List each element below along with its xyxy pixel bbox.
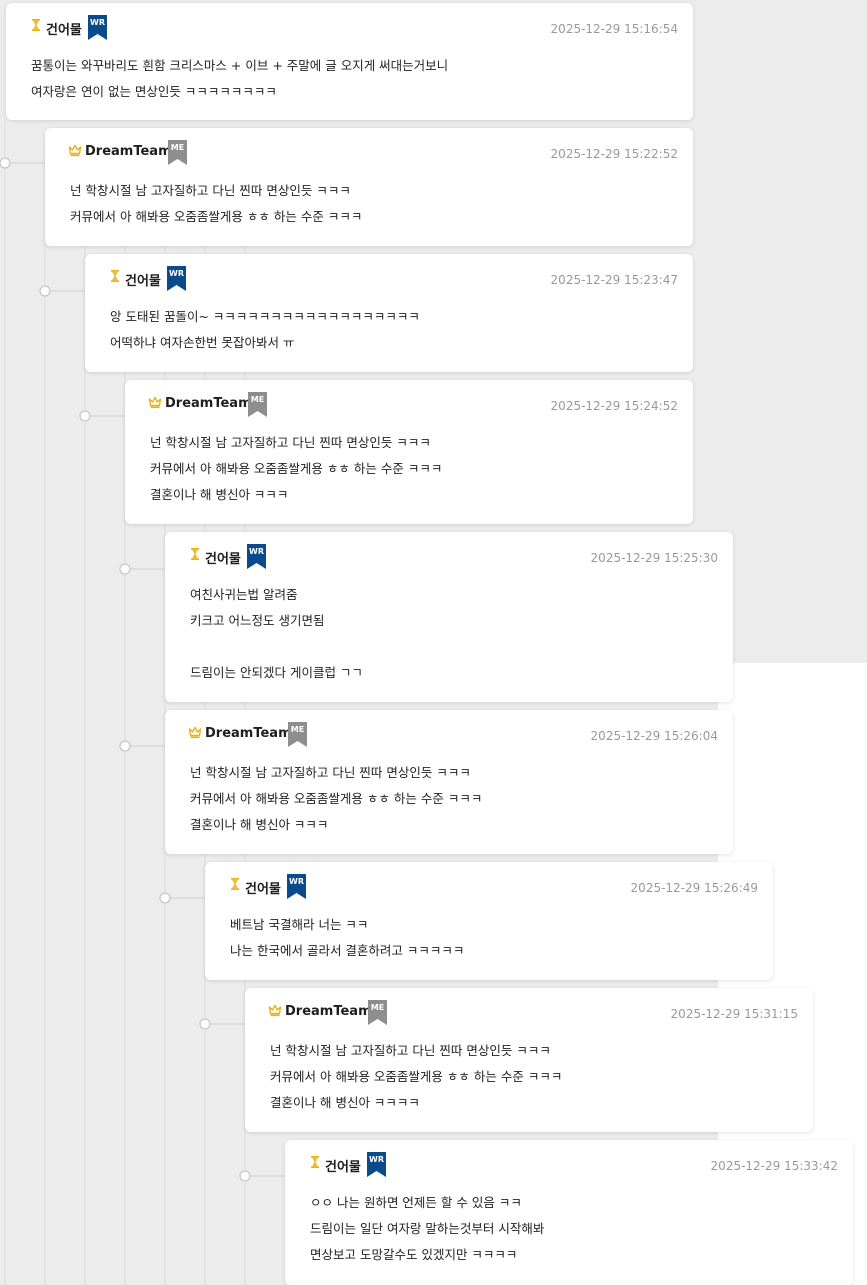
- hourglass-icon: [107, 268, 123, 284]
- hourglass-icon: [307, 1154, 323, 1170]
- comment-card: 건어물 WR 2025-12-29 15:33:42 ㅇㅇ 나는 원하면 언제든 할 …: [285, 1140, 853, 1285]
- comment-card: 건어물 WR 2025-12-29 15:25:30 여친사귀는법 알려줌키크고 어느…: [165, 532, 733, 702]
- comment-text-line: 넌 학창시절 남 고자질하고 다닌 찐따 면상인듯 ㅋㅋㅋ: [70, 183, 351, 198]
- me-badge: ME: [248, 392, 267, 417]
- comment-body: 넌 학창시절 남 고자질하고 다닌 찐따 면상인듯 ㅋㅋㅋ 커뮤에서 아 해봐용 …: [150, 430, 677, 508]
- comment-author[interactable]: 건어물: [325, 1156, 361, 1175]
- comment-text-line: 꿈통이는 와꾸바리도 흰함 크리스마스 + 이브 + 주말에 글 오지게 써대는…: [31, 58, 449, 73]
- me-badge: ME: [288, 722, 307, 747]
- comment-text-line: 결혼이나 해 병신아 ㅋㅋㅋㅋ: [270, 1095, 420, 1110]
- me-badge: ME: [168, 140, 187, 165]
- comment-body: ㅇㅇ 나는 원하면 언제든 할 수 있음 ㅋㅋ 드림이는 일단 여자랑 말하는것부…: [310, 1190, 837, 1268]
- comment-text-line: 여자랑은 연이 없는 면상인듯 ㅋㅋㅋㅋㅋㅋㅋㅋ: [31, 84, 277, 99]
- comment-header: DreamTeam ME 2025-12-29 15:31:15: [245, 988, 813, 1036]
- comment-timestamp: 2025-12-29 15:26:04: [590, 729, 718, 743]
- comment-body: 꿈통이는 와꾸바리도 흰함 크리스마스 + 이브 + 주말에 글 오지게 써대는…: [31, 53, 677, 105]
- comment-body: 넌 학창시절 남 고자질하고 다닌 찐따 면상인듯 ㅋㅋㅋ 커뮤에서 아 해봐용 …: [70, 178, 677, 230]
- comment-card: 건어물 WR 2025-12-29 15:23:47 앙 도태된 꿈돌이~ ㅋㅋㅋㅋㅋ…: [85, 254, 693, 372]
- comment-text-line: 커뮤에서 아 해봐용 오줌좀쌀게용 ㅎㅎ 하는 수준 ㅋㅋㅋ: [270, 1069, 563, 1084]
- crown-icon: [147, 394, 163, 410]
- comment-header: DreamTeam ME 2025-12-29 15:26:04: [165, 710, 733, 758]
- comment-text-line: 여친사귀는법 알려줌: [190, 587, 298, 602]
- comment-card: 건어물 WR 2025-12-29 15:26:49 베트남 국결해라 너는 ㅋㅋ 나는…: [205, 862, 773, 980]
- comment-text-line: 커뮤에서 아 해봐용 오줌좀쌀게용 ㅎㅎ 하는 수준 ㅋㅋㅋ: [150, 461, 443, 476]
- comment-author[interactable]: 건어물: [205, 548, 241, 567]
- comment-card: DreamTeam ME 2025-12-29 15:31:15 넌 학창시절 남 고…: [245, 988, 813, 1132]
- comment-author[interactable]: 건어물: [125, 270, 161, 289]
- comment-author[interactable]: DreamTeam: [85, 144, 172, 159]
- comment-author[interactable]: 건어물: [245, 878, 281, 897]
- comment-text-line: 나는 한국에서 골라서 결혼하려고 ㅋㅋㅋㅋㅋ: [230, 943, 465, 958]
- comment-header: 건어물 WR 2025-12-29 15:23:47: [85, 254, 693, 302]
- comment-text-line: 어떡하냐 여자손한번 못잡아봐서 ㅠ: [110, 335, 295, 350]
- comment-text-line: [190, 634, 717, 660]
- comment-author[interactable]: DreamTeam: [205, 726, 292, 741]
- comment-text-line: ㅇㅇ 나는 원하면 언제든 할 수 있음 ㅋㅋ: [310, 1195, 522, 1210]
- reply-node-dot: [199, 1018, 211, 1030]
- comment-text-line: 커뮤에서 아 해봐용 오줌좀쌀게용 ㅎㅎ 하는 수준 ㅋㅋㅋ: [190, 791, 483, 806]
- comment-header: DreamTeam ME 2025-12-29 15:24:52: [125, 380, 693, 428]
- writer-badge: WR: [287, 874, 306, 899]
- comment-body: 여친사귀는법 알려줌키크고 어느정도 생기면됨드림이는 안되겠다 게이클럽 ㄱㄱ: [190, 582, 717, 686]
- comment-author[interactable]: 건어물: [46, 19, 82, 38]
- crown-icon: [67, 142, 83, 158]
- comment-card: DreamTeam ME 2025-12-29 15:22:52 넌 학창시절 남 고…: [45, 128, 693, 246]
- reply-node-dot: [39, 285, 51, 297]
- comment-card: 건어물 WR 2025-12-29 15:16:54 꿈통이는 와꾸바리도 흰함 크리…: [6, 3, 693, 120]
- comment-card: DreamTeam ME 2025-12-29 15:26:04 넌 학창시절 남 고…: [165, 710, 733, 854]
- comment-text-line: 결혼이나 해 병신아 ㅋㅋㅋ: [150, 487, 289, 502]
- reply-node-dot: [119, 563, 131, 575]
- reply-node-dot: [159, 892, 171, 904]
- comment-card: DreamTeam ME 2025-12-29 15:24:52 넌 학창시절 남 고…: [125, 380, 693, 524]
- comment-body: 넌 학창시절 남 고자질하고 다닌 찐따 면상인듯 ㅋㅋㅋ 커뮤에서 아 해봐용 …: [190, 760, 717, 838]
- comment-author[interactable]: DreamTeam: [285, 1004, 372, 1019]
- comment-text-line: 넌 학창시절 남 고자질하고 다닌 찐따 면상인듯 ㅋㅋㅋ: [150, 435, 431, 450]
- comment-body: 앙 도태된 꿈돌이~ ㅋㅋㅋㅋㅋㅋㅋㅋㅋㅋㅋㅋㅋㅋㅋㅋㅋㅋ 어떡하냐 여자손한번 …: [110, 304, 677, 356]
- comment-timestamp: 2025-12-29 15:25:30: [590, 551, 718, 565]
- comment-header: 건어물 WR 2025-12-29 15:25:30: [165, 532, 733, 580]
- comment-text-line: 드림이는 일단 여자랑 말하는것부터 시작해봐: [310, 1221, 545, 1236]
- crown-icon: [267, 1002, 283, 1018]
- comment-text-line: 키크고 어느정도 생기면됨: [190, 613, 325, 628]
- reply-node-dot: [79, 410, 91, 422]
- comment-text-line: 면상보고 도망갈수도 있겠지만 ㅋㅋㅋㅋ: [310, 1247, 518, 1262]
- writer-badge: WR: [367, 1152, 386, 1177]
- comment-text-line: 드림이는 안되겠다 게이클럽 ㄱㄱ: [190, 665, 363, 680]
- comment-header: 건어물 WR 2025-12-29 15:16:54: [6, 3, 693, 51]
- hourglass-icon: [227, 876, 243, 892]
- comment-text-line: 넌 학창시절 남 고자질하고 다닌 찐따 면상인듯 ㅋㅋㅋ: [190, 765, 471, 780]
- comment-header: 건어물 WR 2025-12-29 15:26:49: [205, 862, 773, 910]
- reply-node-dot: [119, 740, 131, 752]
- crown-icon: [187, 724, 203, 740]
- comment-timestamp: 2025-12-29 15:33:42: [710, 1159, 838, 1173]
- comment-timestamp: 2025-12-29 15:23:47: [550, 273, 678, 287]
- comment-text-line: 앙 도태된 꿈돌이~ ㅋㅋㅋㅋㅋㅋㅋㅋㅋㅋㅋㅋㅋㅋㅋㅋㅋㅋ: [110, 309, 420, 324]
- comment-body: 넌 학창시절 남 고자질하고 다닌 찐따 면상인듯 ㅋㅋㅋ 커뮤에서 아 해봐용 …: [270, 1038, 797, 1116]
- writer-badge: WR: [88, 15, 107, 40]
- comment-author[interactable]: DreamTeam: [165, 396, 252, 411]
- comment-text-line: 넌 학창시절 남 고자질하고 다닌 찐따 면상인듯 ㅋㅋㅋ: [270, 1043, 551, 1058]
- hourglass-icon: [187, 546, 203, 562]
- comment-header: 건어물 WR 2025-12-29 15:33:42: [285, 1140, 853, 1188]
- hourglass-icon: [28, 17, 44, 33]
- comment-timestamp: 2025-12-29 15:26:49: [630, 881, 758, 895]
- reply-node-dot: [0, 157, 11, 169]
- reply-node-dot: [239, 1170, 251, 1182]
- comment-timestamp: 2025-12-29 15:16:54: [550, 22, 678, 36]
- comment-timestamp: 2025-12-29 15:31:15: [670, 1007, 798, 1021]
- comment-text-line: 결혼이나 해 병신아 ㅋㅋㅋ: [190, 817, 329, 832]
- comment-text-line: 커뮤에서 아 해봐용 오줌좀쌀게용 ㅎㅎ 하는 수준 ㅋㅋㅋ: [70, 209, 363, 224]
- comment-timestamp: 2025-12-29 15:24:52: [550, 399, 678, 413]
- writer-badge: WR: [247, 544, 266, 569]
- me-badge: ME: [368, 1000, 387, 1025]
- writer-badge: WR: [167, 266, 186, 291]
- comment-body: 베트남 국결해라 너는 ㅋㅋ 나는 한국에서 골라서 결혼하려고 ㅋㅋㅋㅋㅋ: [230, 912, 757, 964]
- comment-text-line: 베트남 국결해라 너는 ㅋㅋ: [230, 917, 369, 932]
- comment-timestamp: 2025-12-29 15:22:52: [550, 147, 678, 161]
- comment-header: DreamTeam ME 2025-12-29 15:22:52: [45, 128, 693, 176]
